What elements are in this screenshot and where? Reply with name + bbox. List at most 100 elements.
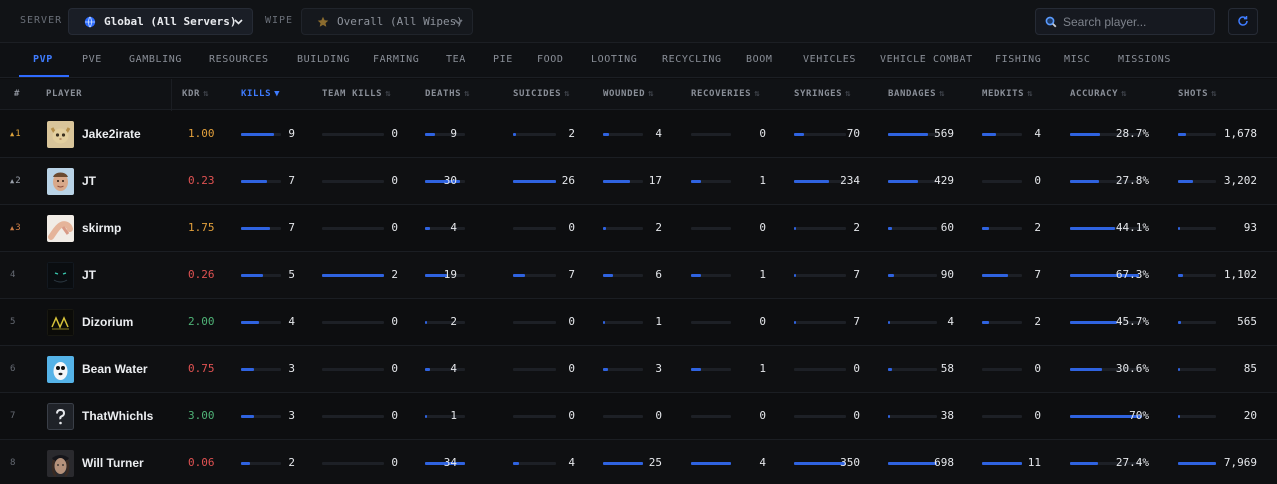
player-name[interactable]: Bean Water: [82, 346, 148, 392]
table-row[interactable]: ▲3 skirmp 1.75 7 0 4 0 2 0 2 60 2 44.1% 93: [0, 205, 1277, 252]
syringes-cell: 2: [794, 205, 860, 251]
progress-fill: [1178, 462, 1216, 465]
progress-fill: [794, 133, 804, 136]
table-row[interactable]: 5 Dizorium 2.00 4 0 2 0 1 0 7 4 2 45.7% 565: [0, 299, 1277, 346]
tab-tea[interactable]: TEA: [446, 43, 466, 78]
player-name[interactable]: JT: [82, 252, 96, 298]
syringes-value: 0: [853, 362, 860, 375]
player-name[interactable]: ThatWhichIs: [82, 393, 153, 439]
tab-recycling[interactable]: RECYCLING: [662, 43, 722, 78]
tab-building[interactable]: BUILDING: [297, 43, 350, 78]
progress-bar: [322, 462, 384, 465]
sort-icon: ⇅: [385, 89, 392, 99]
column-bandages[interactable]: BANDAGES ⇅: [888, 79, 945, 110]
recoveries-value: 4: [759, 456, 766, 469]
column-team-kills[interactable]: TEAM KILLS ⇅: [322, 79, 391, 110]
kills-value: 9: [288, 127, 295, 140]
kills-cell: 7: [241, 205, 295, 251]
tab-pie[interactable]: PIE: [493, 43, 513, 78]
player-name[interactable]: Will Turner: [82, 440, 144, 484]
progress-bar: [241, 274, 281, 277]
team-kills-value: 0: [391, 362, 398, 375]
deaths-value: 19: [443, 268, 457, 281]
table-row[interactable]: 7 ThatWhichIs 3.00 3 0 1 0 0 0 0 38 0 70% 20: [0, 393, 1277, 440]
progress-fill: [241, 274, 263, 277]
table-row[interactable]: 8 Will Turner 0.06 2 0 34 4 25 4 350 698 11 27.4% 7,9…: [0, 440, 1277, 484]
column-recoveries[interactable]: RECOVERIES ⇅: [691, 79, 760, 110]
column-shots[interactable]: SHOTS ⇅: [1178, 79, 1217, 110]
recoveries-cell: 0: [691, 205, 766, 251]
accuracy-cell: 67.3%: [1070, 252, 1149, 298]
kdr-value: 0.75: [188, 362, 215, 375]
wounded-value: 0: [655, 409, 662, 422]
progress-fill: [1178, 368, 1180, 371]
recoveries-cell: 4: [691, 440, 766, 484]
sort-icon: ⇅: [754, 89, 761, 99]
progress-fill: [241, 227, 270, 230]
column-wounded[interactable]: WOUNDED ⇅: [603, 79, 654, 110]
sort-icon: ⇅: [845, 89, 852, 99]
table-row[interactable]: ▲1 Jake2irate 1.00 9 0 9 2 4 0 70 569 4 28.7% 1,678: [0, 111, 1277, 158]
bandages-cell: 429: [888, 158, 954, 204]
tab-vehicles[interactable]: VEHICLES: [803, 43, 856, 78]
table-row[interactable]: 4 JT 0.26 5 2 19 7 6 1 7 90 7 67.3% 1,102: [0, 252, 1277, 299]
table-row[interactable]: 6 Bean Water 0.75 3 0 4 0 3 1 0 58 0 30.6% 85: [0, 346, 1277, 393]
tab-farming[interactable]: FARMING: [373, 43, 419, 78]
rank-number: 7: [10, 411, 16, 421]
wipe-select[interactable]: Overall (All Wipes): [301, 8, 473, 35]
progress-bar: [888, 180, 937, 183]
column-kills[interactable]: KILLS ▼: [241, 79, 280, 110]
column-deaths[interactable]: DEATHS ⇅: [425, 79, 470, 110]
bandages-cell: 569: [888, 111, 954, 157]
kills-cell: 5: [241, 252, 295, 298]
tab-looting[interactable]: LOOTING: [591, 43, 637, 78]
tab-missions[interactable]: MISSIONS: [1118, 43, 1171, 78]
player-name[interactable]: JT: [82, 158, 96, 204]
tab-gambling[interactable]: GAMBLING: [129, 43, 182, 78]
rank-cell: 7: [10, 393, 15, 439]
progress-fill: [691, 180, 701, 183]
deaths-cell: 34: [425, 440, 465, 484]
bandages-cell: 38: [888, 393, 954, 439]
wipe-label: WIPE: [265, 15, 294, 26]
table-row[interactable]: ▲2 JT 0.23 7 0 30 26 17 1 234 429 0 27.8% 3,202: [0, 158, 1277, 205]
progress-bar: [241, 415, 281, 418]
progress-bar: [322, 274, 384, 277]
progress-fill: [241, 180, 267, 183]
team-kills-cell: 0: [322, 158, 398, 204]
accuracy-value: 30.6%: [1115, 362, 1149, 375]
column-suicides[interactable]: SUICIDES ⇅: [513, 79, 570, 110]
tab-pvp[interactable]: PVP: [33, 43, 53, 78]
kills-cell: 4: [241, 299, 295, 345]
search-input[interactable]: [1063, 14, 1203, 29]
progress-fill: [982, 462, 1022, 465]
progress-fill: [691, 368, 701, 371]
progress-fill: [982, 133, 996, 136]
suicides-value: 0: [568, 409, 575, 422]
player-name[interactable]: skirmp: [82, 205, 121, 251]
tab-resources[interactable]: RESOURCES: [209, 43, 269, 78]
progress-bar: [425, 321, 465, 324]
tab-vehicle-combat[interactable]: VEHICLE COMBAT: [880, 43, 973, 78]
shots-value: 20: [1243, 409, 1257, 422]
column-syringes[interactable]: SYRINGES ⇅: [794, 79, 851, 110]
player-name[interactable]: Dizorium: [82, 299, 133, 345]
refresh-button[interactable]: [1228, 8, 1258, 35]
column-kdr[interactable]: KDR ⇅: [182, 79, 209, 110]
progress-bar: [691, 368, 731, 371]
server-select[interactable]: Global (All Servers): [68, 8, 253, 35]
progress-bar: [425, 227, 465, 230]
kills-value: 5: [288, 268, 295, 281]
column-accuracy[interactable]: ACCURACY ⇅: [1070, 79, 1127, 110]
tab-boom[interactable]: BOOM: [746, 43, 772, 78]
tab-food[interactable]: FOOD: [537, 43, 563, 78]
medkits-value: 0: [1034, 174, 1041, 187]
player-search[interactable]: [1035, 8, 1215, 35]
progress-bar: [982, 180, 1022, 183]
tab-pve[interactable]: PVE: [82, 43, 102, 78]
column-medkits[interactable]: MEDKITS ⇅: [982, 79, 1033, 110]
tab-fishing[interactable]: FISHING: [995, 43, 1041, 78]
player-name[interactable]: Jake2irate: [82, 111, 141, 157]
team-kills-cell: 0: [322, 440, 398, 484]
tab-misc[interactable]: MISC: [1064, 43, 1090, 78]
